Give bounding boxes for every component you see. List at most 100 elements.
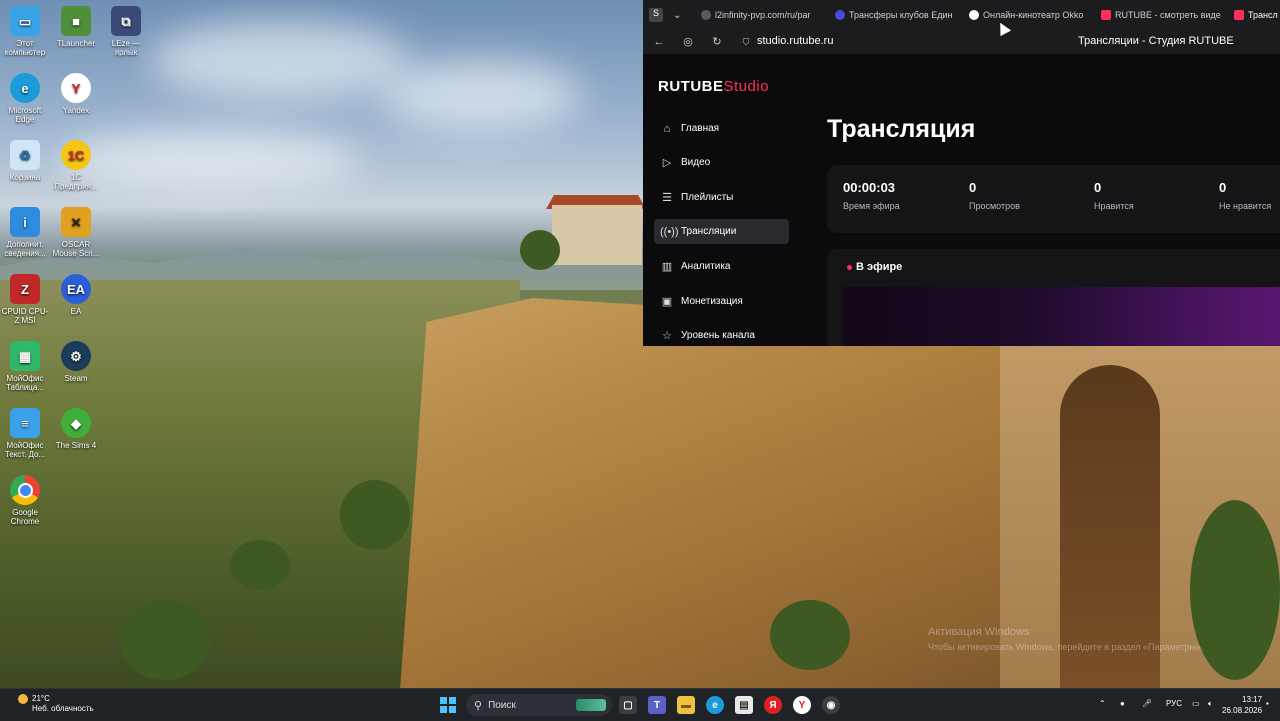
tab-transfers[interactable]: Трансферы клубов Един (835, 7, 955, 23)
rutube-studio-logo[interactable]: RUTUBEStudio (658, 78, 769, 95)
workspace-button[interactable]: S (649, 7, 665, 23)
microphone-button[interactable]: 🎤︎ (1142, 699, 1152, 708)
live-status: В эфире (847, 261, 902, 273)
stat-airtime: 00:00:03 Время эфира (843, 180, 900, 211)
playlist-icon: ☰ (662, 192, 672, 204)
desktop-icon-oscar[interactable]: ✕ OSCAR Mouse Scri... (51, 207, 101, 258)
tray-overflow-button[interactable]: ⌃ (1099, 699, 1106, 708)
weather-widget[interactable]: 21°C Неб. облачность (18, 694, 94, 714)
recycle-bin-icon: ♻ (10, 140, 40, 170)
tab-rutube-studio[interactable]: Трансл (1234, 7, 1280, 23)
tray-app-button[interactable]: ● (1120, 699, 1125, 708)
computer-icon: ▭ (10, 6, 40, 36)
desktop-icon-1c[interactable]: 1С 1С Предприя... (51, 140, 101, 191)
broadcast-icon: ((•)) (660, 225, 679, 238)
sidebar-item-analytics[interactable]: ▥ Аналитика (654, 254, 789, 279)
info-icon: i (10, 207, 40, 237)
analytics-icon: ▥ (661, 261, 673, 273)
stat-dislikes: 0 Не нравится (1219, 180, 1272, 211)
windows-activation-watermark: Активация Windows Чтобы активировать Win… (928, 626, 1204, 652)
store-icon: ▤ (739, 699, 749, 711)
chrome-icon (10, 475, 40, 505)
ea-icon: EA (61, 274, 91, 304)
volume-icon: 🔈︎ (1208, 699, 1213, 708)
yandex-taskbar-button[interactable]: Я (764, 696, 782, 714)
reload-icon: ↻ (712, 36, 722, 48)
desktop-icon-myoffice-text[interactable]: ≡ МойОфис Текст. До... (0, 408, 50, 459)
search-icon: ⚲ (474, 699, 483, 712)
tab-okko[interactable]: Онлайн-кинотеатр Okko (969, 7, 1083, 23)
myoffice-table-icon: ▦ (10, 341, 40, 371)
windows-icon (440, 697, 456, 713)
taskbar-search[interactable]: ⚲ Поиск (466, 694, 612, 716)
desktop-icon-shortcut[interactable]: ⧉ LEze — ярлык (101, 6, 151, 57)
desktop-icon-recycle-bin[interactable]: ♻ Корзина (0, 140, 50, 182)
network-icon: ▭ (1192, 699, 1200, 708)
rutube-icon (1101, 10, 1111, 20)
stream-player[interactable] (843, 287, 1280, 346)
tab-list-button[interactable]: ⌄ (673, 7, 685, 23)
desktop-icon-info[interactable]: i Дополнит. сведения... (0, 207, 50, 258)
arrow-left-icon: ← (653, 36, 665, 48)
desktop-icon-chrome[interactable]: Google Chrome (0, 475, 50, 526)
yandex-browser-button[interactable]: Y (793, 696, 811, 714)
microphone-icon: 🎤︎ (1142, 699, 1153, 708)
address-bar: ← ◎ ↻ ⛉ studio.rutube.ru Трансляции - Ст… (643, 30, 1280, 54)
network-button[interactable]: ▭ (1192, 699, 1200, 708)
desktop-icon-sims[interactable]: ◆ The Sims 4 (51, 408, 101, 450)
desktop-icon-yandex[interactable]: Y Yandex (51, 73, 101, 115)
protect-button[interactable]: ◎ (681, 35, 695, 49)
desktop-icon-tlauncher[interactable]: ■ TLauncher (51, 6, 101, 48)
stats-card: 00:00:03 Время эфира 0 Просмотров 0 Нрав… (827, 165, 1280, 233)
okko-icon (969, 10, 979, 20)
obs-button[interactable]: ◉ (822, 696, 840, 714)
edge-taskbar-button[interactable]: e (706, 696, 724, 714)
volume-button[interactable]: 🔈︎ (1208, 699, 1213, 709)
desktop-icon-computer[interactable]: ▭ Этот компьютер (0, 6, 50, 57)
myoffice-text-icon: ≡ (10, 408, 40, 438)
taskbar-clock[interactable]: 13:17 26.08.2026 (1222, 694, 1262, 716)
reload-button[interactable]: ↻ (710, 35, 724, 49)
taskbar: 21°C Неб. облачность ⚲ Поиск ▢ T ▬ e ▤ Я … (0, 688, 1280, 721)
yandex-icon: Я (769, 699, 777, 711)
desktop-icon-ea[interactable]: EA EA (51, 274, 101, 316)
browser-window: S ⌄ l2infinity-pvp.com/ru/par Трансферы … (643, 0, 1280, 346)
money-icon: ▣ (661, 296, 673, 308)
teams-button[interactable]: T (648, 696, 666, 714)
star-icon: ☆ (662, 330, 672, 342)
stat-views: 0 Просмотров (969, 180, 1020, 211)
store-button[interactable]: ▤ (735, 696, 753, 714)
live-card: В эфире (827, 249, 1280, 346)
obs-icon: ◉ (826, 699, 836, 711)
desktop-icon-steam[interactable]: ⚙ Steam (51, 341, 101, 383)
back-button[interactable]: ← (652, 35, 666, 49)
sidebar-item-home[interactable]: ⌂ Главная (654, 116, 789, 141)
desktop-icon-cpuz[interactable]: Z CPUID CPU-Z MSI (0, 274, 50, 325)
live-dot-icon (847, 264, 852, 270)
sidebar-item-broadcasts[interactable]: ((•)) Трансляции (654, 219, 789, 244)
sidebar-item-channel-level[interactable]: ☆ Уровень канала (654, 323, 789, 346)
notifications-button[interactable]: ▪ (1266, 699, 1269, 708)
shield-check-icon: ⛉ (742, 37, 750, 47)
sidebar-item-monetization[interactable]: ▣ Монетизация (654, 289, 789, 314)
language-indicator[interactable]: РУС (1166, 699, 1182, 708)
sidebar-item-video[interactable]: ▷ Видео (654, 150, 789, 175)
page-heading: Трансляция (827, 115, 976, 143)
shortcut-icon: ⧉ (111, 6, 141, 36)
start-button[interactable] (439, 696, 457, 714)
tab-rutube[interactable]: RUTUBE - смотреть виде (1101, 7, 1225, 23)
chevron-down-icon: ⌄ (673, 9, 682, 21)
oscar-icon: ✕ (61, 207, 91, 237)
url-field[interactable]: studio.rutube.ru (757, 35, 833, 47)
tab-l2infinity[interactable]: l2infinity-pvp.com/ru/par (701, 7, 821, 23)
desktop-icon-myoffice-table[interactable]: ▦ МойОфис Таблица... (0, 341, 50, 392)
task-view-button[interactable]: ▢ (619, 696, 637, 714)
site-info-button[interactable]: ⛉ (739, 35, 753, 49)
desktop-icon-edge[interactable]: e Microsoft Edge (0, 73, 50, 124)
sidebar-item-playlists[interactable]: ☰ Плейлисты (654, 185, 789, 210)
sports-icon (835, 10, 845, 20)
file-explorer-button[interactable]: ▬ (677, 696, 695, 714)
rutube-studio-icon (1234, 10, 1244, 20)
weather-icon (18, 694, 28, 704)
notification-icon: ▪ (1266, 699, 1269, 708)
